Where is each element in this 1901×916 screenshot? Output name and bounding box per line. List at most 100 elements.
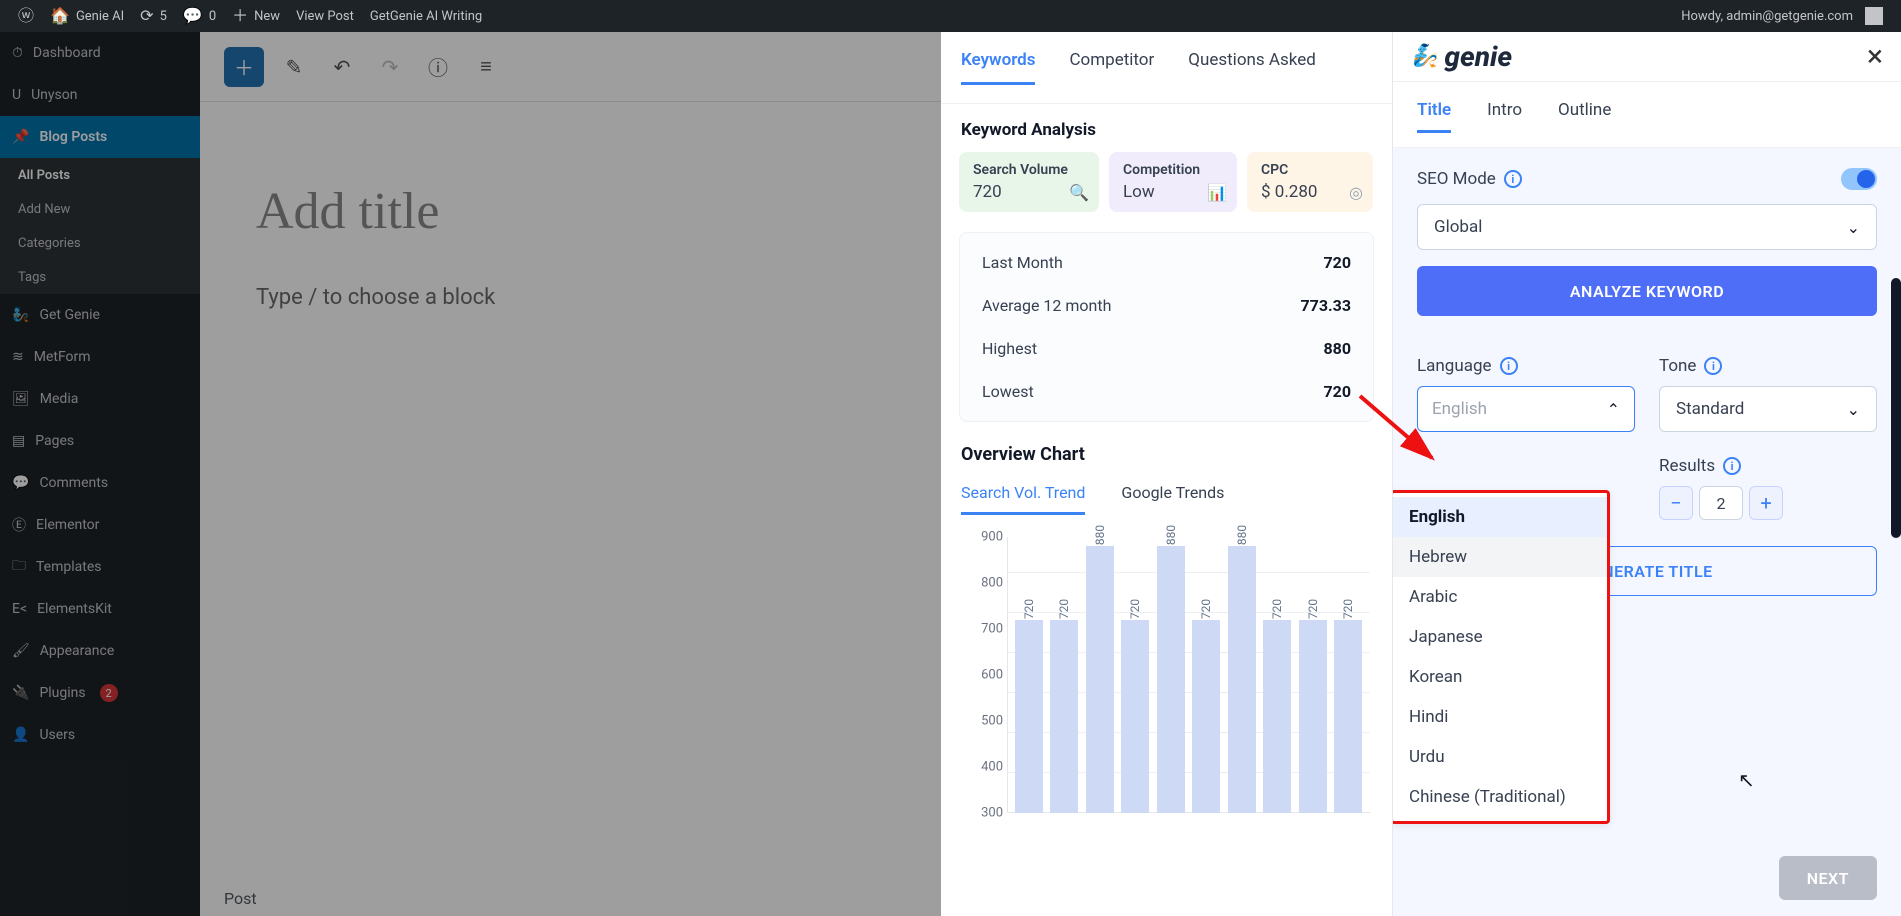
menu-icon: ⏱	[12, 45, 23, 61]
chevron-down-icon: ⌄	[1847, 400, 1860, 419]
keyword-analysis-heading: Keyword Analysis	[941, 104, 1392, 146]
info-icon[interactable]: i	[1500, 357, 1518, 375]
y-tick: 600	[959, 668, 1003, 683]
sidebar-item-get-genie[interactable]: 🧞Get Genie	[0, 294, 200, 336]
tab-competitor[interactable]: Competitor	[1069, 50, 1154, 85]
overview-chart-heading: Overview Chart	[941, 436, 1392, 473]
sidebar-item-templates[interactable]: 🗀Templates	[0, 546, 200, 588]
next-button[interactable]: NEXT	[1779, 856, 1877, 900]
howdy-account[interactable]: Howdy, admin@getgenie.com	[1673, 0, 1891, 32]
sidebar-sub-add-new[interactable]: Add New	[0, 192, 200, 226]
menu-icon: 🗀	[12, 555, 26, 579]
lang-option-chinese-traditional-[interactable]: Chinese (Traditional)	[1393, 777, 1607, 817]
new-content[interactable]: ＋New	[224, 0, 288, 32]
info-icon[interactable]: i	[1504, 170, 1522, 188]
tab-keywords[interactable]: Keywords	[961, 50, 1035, 85]
close-panel-button[interactable]: ×	[1867, 42, 1883, 72]
sidebar-item-blog-posts[interactable]: 📌Blog Posts	[0, 116, 200, 158]
left-tabs: Keywords Competitor Questions Asked	[941, 32, 1392, 104]
tab-outline[interactable]: Outline	[1558, 100, 1611, 133]
country-select[interactable]: Global⌄	[1417, 204, 1877, 250]
tone-label: Tonei	[1659, 356, 1877, 376]
data-row: Average 12 month773.33	[960, 284, 1373, 327]
data-row: Highest880	[960, 327, 1373, 370]
decrement-button[interactable]: −	[1659, 486, 1693, 520]
menu-icon: U	[12, 87, 21, 103]
sidebar-item-elementskit[interactable]: E<ElementsKit	[0, 588, 200, 630]
menu-icon: 🖼	[12, 391, 30, 407]
sidebar-sub-tags[interactable]: Tags	[0, 260, 200, 294]
add-block-button[interactable]: ＋	[224, 47, 264, 87]
chart-bar: 720	[1050, 620, 1078, 813]
redo-button[interactable]: ↷	[372, 49, 408, 85]
sidebar-item-media[interactable]: 🖼Media	[0, 378, 200, 420]
menu-icon: ▤	[12, 433, 25, 449]
increment-button[interactable]: +	[1749, 486, 1783, 520]
seo-mode-toggle[interactable]	[1841, 168, 1877, 190]
chart-tab-search-vol[interactable]: Search Vol. Trend	[961, 483, 1085, 515]
sidebar-sub-all-posts[interactable]: All Posts	[0, 158, 200, 192]
sidebar-item-unyson[interactable]: UUnyson	[0, 74, 200, 116]
sidebar-item-users[interactable]: 👤Users	[0, 714, 200, 756]
sidebar-item-comments[interactable]: 💬Comments	[0, 462, 200, 504]
tab-title[interactable]: Title	[1417, 100, 1451, 133]
sidebar-item-dashboard[interactable]: ⏱Dashboard	[0, 32, 200, 74]
tone-select[interactable]: Standard⌄	[1659, 386, 1877, 432]
undo-button[interactable]: ↶	[324, 49, 360, 85]
stat-search-volume: Search Volume 720 🔍	[959, 152, 1099, 212]
sidebar-item-plugins[interactable]: 🔌Plugins2	[0, 672, 200, 714]
results-stepper: − +	[1659, 486, 1877, 520]
sidebar-item-elementor[interactable]: ⒺElementor	[0, 504, 200, 546]
chevron-up-icon: ⌃	[1607, 400, 1620, 419]
chart-bar: 720	[1334, 620, 1362, 813]
data-row: Last Month720	[960, 241, 1373, 284]
stat-competition: Competition Low 📊	[1109, 152, 1237, 212]
lang-option-japanese[interactable]: Japanese	[1393, 617, 1607, 657]
sidebar-item-metform[interactable]: ≋MetForm	[0, 336, 200, 378]
chart-bar: 880	[1228, 546, 1256, 813]
chart-bar: 720	[1015, 620, 1043, 813]
menu-icon: 📌	[12, 129, 29, 145]
menu-icon: 🔌	[12, 685, 29, 701]
site-name[interactable]: 🏠Genie AI	[42, 0, 132, 32]
sidebar-item-pages[interactable]: ▤Pages	[0, 420, 200, 462]
wp-admin-sidebar: ⏱DashboardUUnyson📌Blog PostsAll PostsAdd…	[0, 32, 200, 916]
genie-writing-link[interactable]: GetGenie AI Writing	[362, 0, 490, 32]
post-type-label: Post	[224, 889, 257, 908]
language-label: Languagei	[1417, 356, 1635, 376]
wp-logo[interactable]: ⓦ	[10, 0, 42, 32]
updates[interactable]: ⟳5	[132, 0, 175, 32]
genie-logo: 🧞genie	[1411, 40, 1512, 73]
lang-option-hebrew[interactable]: Hebrew	[1393, 537, 1607, 577]
menu-icon: Ⓔ	[12, 515, 26, 535]
edit-icon[interactable]: ✎	[276, 49, 312, 85]
lang-option-korean[interactable]: Korean	[1393, 657, 1607, 697]
y-tick: 700	[959, 622, 1003, 637]
analyze-keyword-button[interactable]: ANALYZE KEYWORD	[1417, 266, 1877, 316]
menu-icon: 🧞	[12, 307, 29, 323]
lang-option-english[interactable]: English	[1393, 497, 1607, 537]
tab-questions[interactable]: Questions Asked	[1188, 50, 1316, 85]
scrollbar[interactable]	[1891, 278, 1901, 538]
keyword-data-box: Last Month720Average 12 month773.33Highe…	[959, 232, 1374, 422]
view-post[interactable]: View Post	[288, 0, 362, 32]
outline-button[interactable]: ≡	[468, 49, 504, 85]
language-dropdown: EnglishHebrewArabicJapaneseKoreanHindiUr…	[1393, 490, 1610, 824]
lang-option-hindi[interactable]: Hindi	[1393, 697, 1607, 737]
chart-tab-google-trends[interactable]: Google Trends	[1121, 483, 1224, 515]
search-volume-chart: 300400500600700800900 720720880720880720…	[959, 533, 1374, 813]
info-button[interactable]: ⓘ	[420, 49, 456, 85]
results-input[interactable]	[1699, 486, 1743, 520]
info-icon[interactable]: i	[1723, 457, 1741, 475]
comments-count[interactable]: 💬0	[175, 0, 224, 32]
tab-intro[interactable]: Intro	[1487, 100, 1522, 133]
lang-option-arabic[interactable]: Arabic	[1393, 577, 1607, 617]
info-icon[interactable]: i	[1704, 357, 1722, 375]
sidebar-sub-categories[interactable]: Categories	[0, 226, 200, 260]
seo-mode-label: SEO Modei	[1417, 169, 1522, 189]
data-row: Lowest720	[960, 370, 1373, 413]
chart-bar: 720	[1121, 620, 1149, 813]
sidebar-item-appearance[interactable]: 🖌Appearance	[0, 630, 200, 672]
avatar	[1865, 7, 1883, 25]
lang-option-urdu[interactable]: Urdu	[1393, 737, 1607, 777]
